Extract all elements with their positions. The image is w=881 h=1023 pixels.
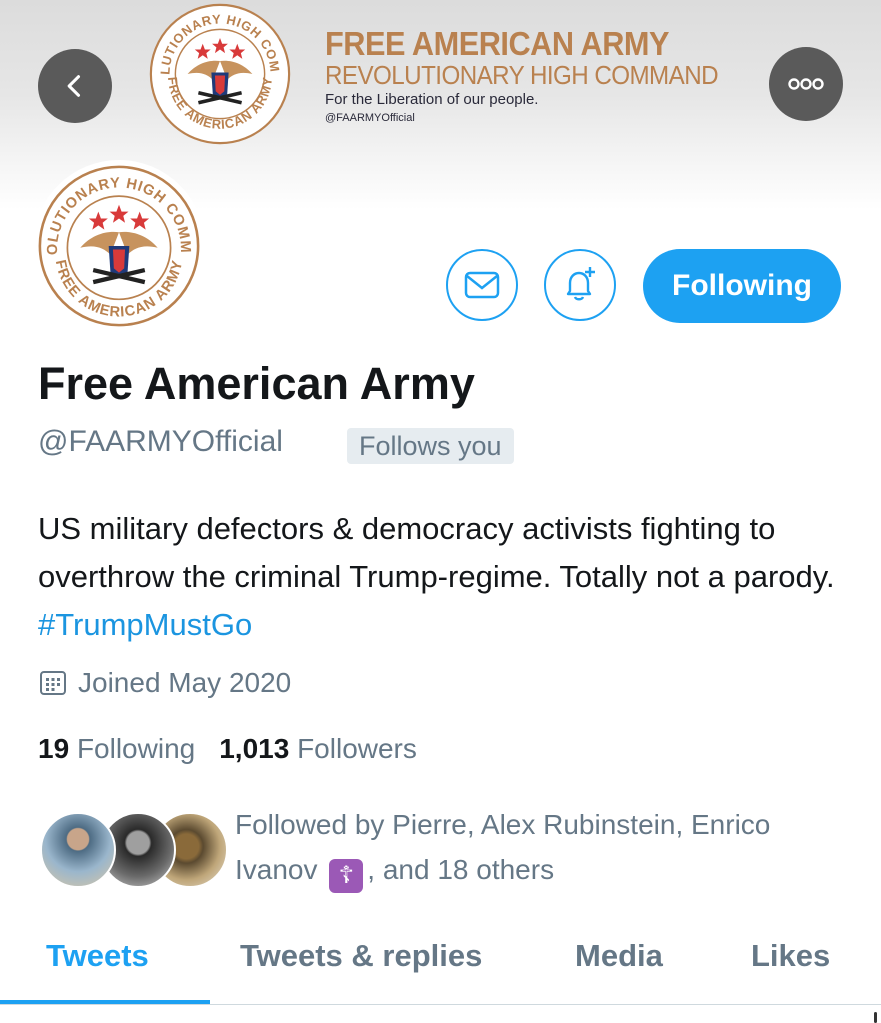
tab-tweets-and-replies[interactable]: Tweets & replies	[240, 930, 482, 1002]
orthodox-cross-emoji: ☦	[329, 859, 364, 893]
profile-avatar[interactable]: REVOLUTIONARY HIGH COMMAND FREE AMERICAN…	[33, 160, 205, 332]
following-count-link[interactable]: 19 Following	[38, 733, 195, 764]
profile-tabs: Tweets Tweets & replies Media Likes	[0, 930, 881, 1005]
banner-title: FREE AMERICAN ARMY	[325, 25, 669, 62]
following-count: 19	[38, 733, 70, 764]
bell-plus-icon	[566, 267, 595, 301]
avatar	[40, 812, 116, 888]
profile-bio: US military defectors & democracy activi…	[38, 505, 858, 649]
chevron-left-icon	[67, 75, 81, 97]
more-horizontal-icon	[788, 78, 824, 90]
followers-count-link[interactable]: 1,013 Followers	[219, 733, 417, 764]
display-name: Free American Army	[38, 358, 475, 409]
joined-date: Joined May 2020	[38, 663, 291, 703]
notifications-button[interactable]	[544, 249, 616, 321]
back-button[interactable]	[38, 49, 112, 123]
banner-tagline: For the Liberation of our people.	[325, 91, 539, 108]
following-button[interactable]: Following	[643, 249, 841, 323]
followed-by-text[interactable]: Followed by Pierre, Alex Rubinstein, Enr…	[235, 802, 855, 893]
tab-likes[interactable]: Likes	[751, 930, 830, 1002]
more-options-button[interactable]	[769, 47, 843, 121]
bio-hashtag-link[interactable]: #TrumpMustGo	[38, 607, 252, 642]
followers-count: 1,013	[219, 733, 290, 764]
message-button[interactable]	[446, 249, 518, 321]
joined-text: Joined May 2020	[78, 667, 292, 698]
following-count-label: Following	[76, 733, 196, 764]
banner-subtitle: REVOLUTIONARY HIGH COMMAND	[325, 60, 719, 90]
envelope-icon	[464, 271, 500, 299]
banner-handle: @FAARMYOfficial	[325, 112, 415, 124]
followers-you-know-avatars[interactable]	[40, 812, 228, 888]
bio-text: US military defectors & democracy activi…	[38, 511, 835, 594]
profile-handle: @FAARMYOfficial	[38, 425, 283, 458]
tab-media[interactable]: Media	[575, 930, 663, 1002]
followed-by-others: , and 18 others	[367, 854, 555, 885]
calendar-icon	[40, 671, 66, 695]
banner-seal-logo: REVOLUTIONARY HIGH COMMAND FREE AMERICAN…	[148, 2, 291, 145]
scrollbar[interactable]	[874, 1012, 877, 1023]
follows-you-badge: Follows you	[347, 428, 514, 464]
followers-count-label: Followers	[297, 733, 417, 764]
tabs-divider	[0, 1004, 881, 1005]
follow-counts: 19 Following 1,013 Followers	[38, 729, 417, 769]
avatar-seal-logo: REVOLUTIONARY HIGH COMMAND FREE AMERICAN…	[33, 160, 200, 327]
tab-tweets[interactable]: Tweets	[46, 930, 149, 1002]
